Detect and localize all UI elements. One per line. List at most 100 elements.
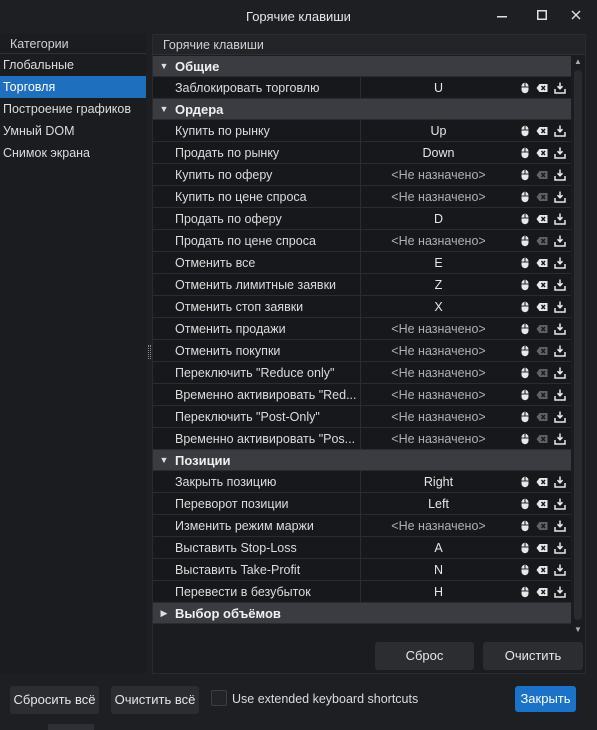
hotkey-row[interactable]: Отменить продажи <Не назначено> [153,317,571,340]
hotkey-key[interactable]: <Не назначено> [361,406,516,428]
hotkey-row[interactable]: Купить по оферу <Не назначено> [153,163,571,186]
category-item[interactable]: Снимок экрана [0,142,146,164]
clear-all-button[interactable]: Очистить всё [111,686,199,714]
hotkey-key[interactable]: D [361,208,516,230]
clear-key-icon[interactable] [536,301,548,313]
hotkey-key[interactable]: <Не назначено> [361,362,516,384]
mouse-icon[interactable] [519,411,531,423]
extended-shortcuts-checkbox[interactable] [211,690,227,706]
hotkey-row[interactable]: Продать по цене спроса <Не назначено> [153,229,571,252]
clear-button[interactable]: Очистить [483,642,583,670]
hotkey-row[interactable]: Заблокировать торговлю U [153,76,571,99]
mouse-icon[interactable] [519,564,531,576]
clear-key-icon[interactable] [536,191,548,203]
hotkey-row[interactable]: Переключить "Reduce only" <Не назначено> [153,361,571,384]
hotkey-key[interactable]: A [361,537,516,559]
hotkey-row[interactable]: Отменить стоп заявки X [153,295,571,318]
record-key-icon[interactable] [554,345,566,357]
hotkey-row[interactable]: Продать по оферу D [153,207,571,230]
record-key-icon[interactable] [554,389,566,401]
hotkey-row[interactable]: Купить по рынку Up [153,119,571,142]
mouse-icon[interactable] [519,235,531,247]
record-key-icon[interactable] [554,433,566,445]
record-key-icon[interactable] [554,147,566,159]
clear-key-icon[interactable] [536,389,548,401]
mouse-icon[interactable] [519,367,531,379]
mouse-icon[interactable] [519,542,531,554]
clear-key-icon[interactable] [536,586,548,598]
group-header[interactable]: ▼ Ордера [153,99,571,120]
mouse-icon[interactable] [519,323,531,335]
hotkey-key[interactable]: U [361,77,516,99]
mouse-icon[interactable] [519,498,531,510]
scroll-down-arrow-icon[interactable]: ▼ [571,624,585,636]
record-key-icon[interactable] [554,279,566,291]
category-item[interactable]: Торговля [0,76,146,98]
hotkey-row[interactable]: Купить по цене спроса <Не назначено> [153,185,571,208]
hotkey-row[interactable]: Перевести в безубыток H [153,580,571,603]
clear-key-icon[interactable] [536,125,548,137]
hotkey-key[interactable]: E [361,252,516,274]
record-key-icon[interactable] [554,564,566,576]
record-key-icon[interactable] [554,586,566,598]
hotkey-key[interactable]: <Не назначено> [361,318,516,340]
hotkey-key[interactable]: X [361,296,516,318]
category-item[interactable]: Умный DOM [0,120,146,142]
mouse-icon[interactable] [519,433,531,445]
mouse-icon[interactable] [519,82,531,94]
hotkey-row[interactable]: Выставить Take-Profit N [153,558,571,581]
record-key-icon[interactable] [554,367,566,379]
mouse-icon[interactable] [519,279,531,291]
clear-key-icon[interactable] [536,367,548,379]
record-key-icon[interactable] [554,520,566,532]
record-key-icon[interactable] [554,235,566,247]
group-header[interactable]: ▼ Общие [153,56,571,77]
hotkey-key[interactable]: <Не назначено> [361,340,516,362]
mouse-icon[interactable] [519,169,531,181]
record-key-icon[interactable] [554,82,566,94]
minimize-button[interactable] [491,4,513,26]
mouse-icon[interactable] [519,213,531,225]
record-key-icon[interactable] [554,257,566,269]
record-key-icon[interactable] [554,191,566,203]
reset-button[interactable]: Сброс [375,642,474,670]
hotkey-key[interactable]: Z [361,274,516,296]
clear-key-icon[interactable] [536,323,548,335]
chevron-down-icon[interactable]: ▼ [153,99,175,120]
hotkey-row[interactable]: Отменить лимитные заявки Z [153,273,571,296]
clear-key-icon[interactable] [536,235,548,247]
clear-key-icon[interactable] [536,213,548,225]
reset-all-button[interactable]: Сбросить всё [10,686,99,714]
hotkey-row[interactable]: Переключить "Post-Only" <Не назначено> [153,405,571,428]
category-item[interactable]: Глобальные [0,54,146,76]
mouse-icon[interactable] [519,147,531,159]
close-button[interactable]: Закрыть [515,686,576,712]
hotkey-key[interactable]: Left [361,493,516,515]
clear-key-icon[interactable] [536,542,548,554]
hotkey-key[interactable]: N [361,559,516,581]
vertical-scrollbar[interactable]: ▲ ▼ [571,56,585,636]
clear-key-icon[interactable] [536,345,548,357]
hotkey-row[interactable]: Переворот позиции Left [153,492,571,515]
mouse-icon[interactable] [519,389,531,401]
clear-key-icon[interactable] [536,257,548,269]
record-key-icon[interactable] [554,213,566,225]
mouse-icon[interactable] [519,520,531,532]
mouse-icon[interactable] [519,191,531,203]
hotkey-key[interactable]: H [361,581,516,603]
mouse-icon[interactable] [519,301,531,313]
panel-splitter[interactable] [148,345,151,359]
scroll-up-arrow-icon[interactable]: ▲ [571,56,585,68]
clear-key-icon[interactable] [536,147,548,159]
record-key-icon[interactable] [554,323,566,335]
mouse-icon[interactable] [519,476,531,488]
record-key-icon[interactable] [554,169,566,181]
hotkey-key[interactable]: <Не назначено> [361,384,516,406]
group-header[interactable]: ▶ Выбор объёмов [153,603,571,624]
clear-key-icon[interactable] [536,169,548,181]
hotkey-row[interactable]: Продать по рынку Down [153,141,571,164]
chevron-down-icon[interactable]: ▼ [153,450,175,471]
clear-key-icon[interactable] [536,564,548,576]
hotkey-row[interactable]: Отменить покупки <Не назначено> [153,339,571,362]
clear-key-icon[interactable] [536,520,548,532]
